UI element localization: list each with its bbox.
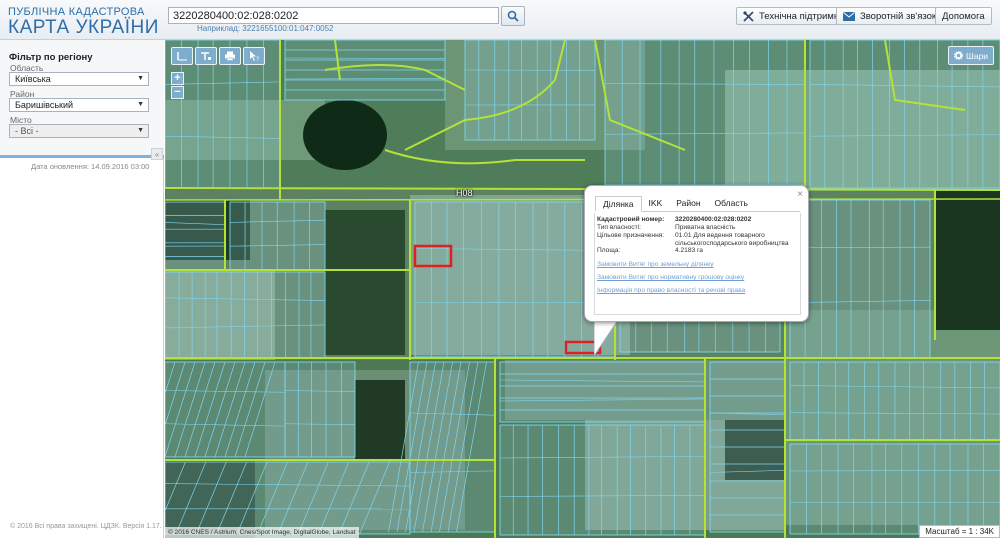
- map-scale: Масштаб = 1 : 34K: [919, 525, 1000, 538]
- sidebar: Фільтр по регіону Область Київська ▼ Рай…: [0, 40, 164, 538]
- road-label: Н08: [456, 188, 473, 198]
- search-example-hint: Наприклад: 3221655100:01:047:0052: [197, 24, 334, 33]
- info-value: Приватна власність: [675, 224, 736, 231]
- logo-title-line2: КАРТА УКРАЇНИ: [8, 17, 159, 38]
- search-button[interactable]: [501, 6, 525, 26]
- info-value: 4.2183 га: [675, 247, 703, 254]
- tab-oblast[interactable]: Область: [708, 196, 755, 211]
- parcel-info-box: Кадастровий номер: 3220280400:02:028:020…: [594, 213, 801, 315]
- oblast-select-value: Київська: [15, 74, 51, 84]
- info-value: 01.01 Для ведення товарного сільськогосп…: [675, 232, 789, 247]
- search-icon: [507, 10, 519, 22]
- help-button[interactable]: Допомога: [935, 7, 992, 25]
- info-key: Цільове призначення:: [597, 232, 665, 239]
- svg-text:?: ?: [256, 57, 260, 62]
- tab-district[interactable]: Район: [669, 196, 707, 211]
- filter-title: Фільтр по регіону: [9, 52, 93, 63]
- district-select[interactable]: Баришівський ▼: [9, 98, 149, 112]
- info-value: 3220280400:02:028:0202: [675, 216, 752, 223]
- measure-area-icon: [201, 52, 211, 60]
- layers-button-label: Шари: [966, 50, 988, 61]
- popup-pointer: [594, 320, 619, 357]
- cadastral-search-input[interactable]: [168, 7, 499, 24]
- measure-length-button[interactable]: [171, 47, 193, 65]
- city-select[interactable]: - Всі - ▼: [9, 124, 149, 138]
- region-filter-panel: Фільтр по регіону Область Київська ▼ Рай…: [0, 40, 164, 158]
- oblast-select[interactable]: Київська ▼: [9, 72, 149, 86]
- help-button-label: Допомога: [942, 10, 985, 22]
- district-select-value: Баришівський: [15, 100, 74, 110]
- info-key: Тип власності:: [597, 224, 641, 231]
- map-attribution: © 2016 CNES / Astrium, Cnes/Spot Image, …: [165, 527, 359, 538]
- print-icon: [225, 51, 235, 61]
- order-parcel-extract-link[interactable]: Замовити Витяг про земельну ділянку: [597, 261, 714, 268]
- tab-parcel[interactable]: Ділянка: [595, 196, 642, 212]
- info-key: Кадастровий номер:: [597, 216, 665, 223]
- zoom-in-button[interactable]: +: [171, 72, 184, 85]
- info-key: Площа:: [597, 247, 621, 254]
- pointer-help-icon: ?: [250, 50, 260, 62]
- app-window: ПУБЛІЧНА КАДАСТРОВА КАРТА УКРАЇНИ Наприк…: [0, 0, 1000, 538]
- satellite-map-layer[interactable]: [165, 40, 1000, 538]
- site-logo[interactable]: ПУБЛІЧНА КАДАСТРОВА КАРТА УКРАЇНИ: [8, 6, 159, 38]
- copyright-footer: © 2016 Всі права захищені. ЦДЗК. Версія …: [10, 523, 162, 530]
- tab-ikk[interactable]: IKK: [642, 196, 670, 211]
- measure-length-icon: [177, 52, 187, 61]
- envelope-icon: [843, 11, 855, 21]
- order-valuation-extract-link[interactable]: Замовити Витяг про нормативну грошову оц…: [597, 274, 744, 281]
- support-button-label: Технічна підтримка: [759, 10, 844, 22]
- city-select-value: - Всі -: [15, 126, 39, 136]
- info-pointer-button[interactable]: ?: [243, 47, 265, 65]
- gear-icon: [954, 51, 963, 60]
- ownership-info-link[interactable]: Інформація про право власності та речові…: [597, 287, 745, 294]
- parcel-info-popup: × Ділянка IKK Район Область Кадастровий …: [584, 185, 809, 322]
- zoom-out-button[interactable]: −: [171, 86, 184, 99]
- map-toolbar: ?: [171, 47, 265, 65]
- feedback-button[interactable]: Зворотній зв'язок: [836, 7, 944, 25]
- map-view[interactable]: ? + − Шари Н08 × Ділянка IKK Район Облас…: [165, 40, 1000, 538]
- update-date: Дата оновлення: 14.09.2016 03:00: [31, 162, 150, 171]
- header-bar: ПУБЛІЧНА КАДАСТРОВА КАРТА УКРАЇНИ Наприк…: [0, 0, 1000, 40]
- measure-area-button[interactable]: [195, 47, 217, 65]
- feedback-button-label: Зворотній зв'язок: [860, 10, 937, 22]
- tools-icon: [743, 10, 754, 22]
- popup-tabs: Ділянка IKK Район Область: [595, 196, 800, 212]
- layers-button[interactable]: Шари: [948, 46, 994, 65]
- print-button[interactable]: [219, 47, 241, 65]
- dropdown-arrow-icon: ▼: [137, 75, 144, 82]
- dropdown-arrow-icon: ▼: [137, 127, 144, 134]
- dropdown-arrow-icon: ▼: [137, 101, 144, 108]
- support-button[interactable]: Технічна підтримка: [736, 7, 851, 25]
- collapse-sidebar-button[interactable]: «: [151, 148, 163, 160]
